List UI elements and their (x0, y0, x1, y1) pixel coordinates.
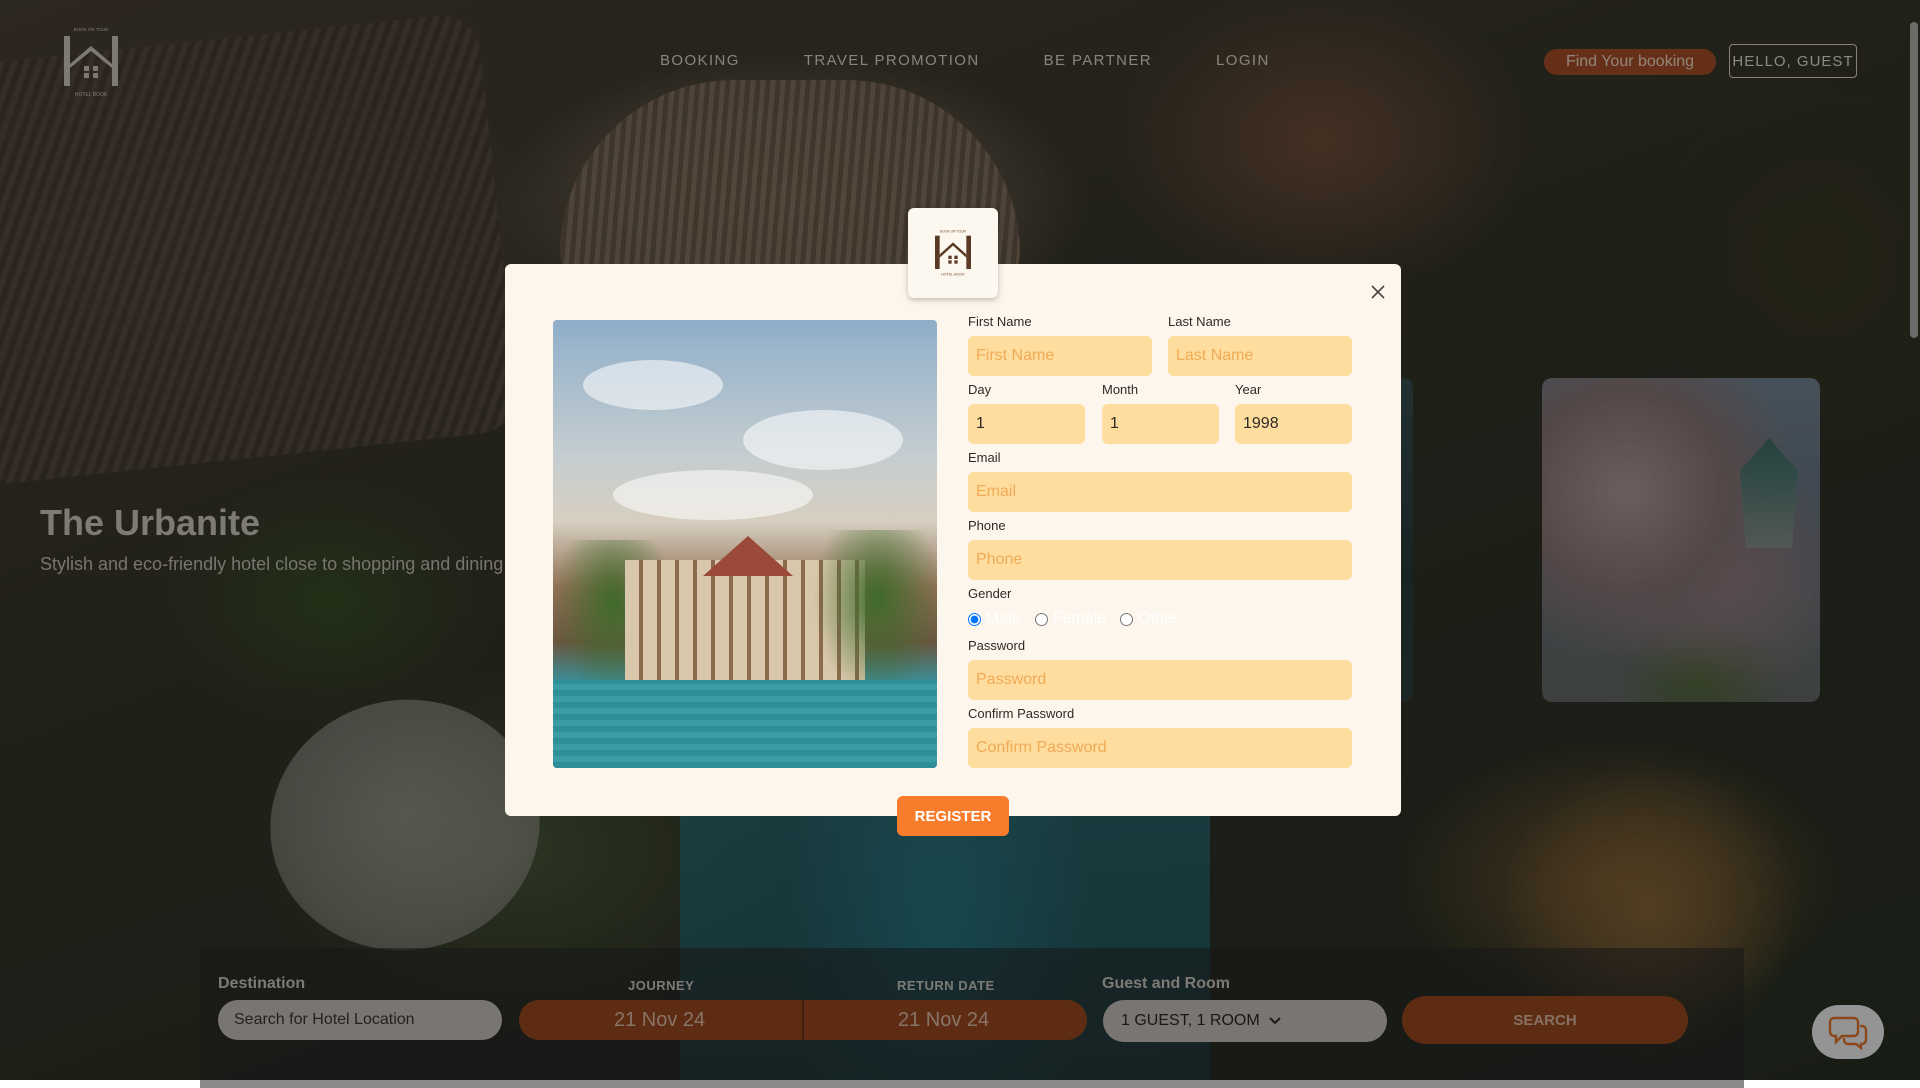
email-field[interactable] (968, 472, 1352, 512)
day-label: Day (968, 382, 992, 397)
month-label: Month (1102, 382, 1139, 397)
day-field[interactable] (968, 404, 1085, 444)
password-label: Password (968, 638, 1026, 653)
register-button[interactable]: REGISTER (897, 796, 1009, 836)
last-name-label: Last Name (1168, 314, 1231, 329)
last-name-field[interactable] (1168, 336, 1352, 376)
month-field[interactable] (1102, 404, 1219, 444)
password-field[interactable] (968, 660, 1352, 700)
confirm-password-field[interactable] (968, 728, 1352, 768)
gender-option-female[interactable]: Female (1034, 610, 1107, 628)
gender-other-label: Other (1138, 610, 1179, 627)
gender-option-other[interactable]: Other (1120, 610, 1178, 628)
first-name-label: First Name (968, 314, 1032, 329)
email-label: Email (968, 450, 1001, 465)
phone-field[interactable] (968, 540, 1352, 580)
gender-radio-group: Male Female Other (968, 610, 1178, 628)
gender-label: Gender (968, 586, 1012, 601)
modal-logo-text-bottom: HOTEL BOOK (941, 273, 965, 277)
gender-option-male[interactable]: Male (968, 610, 1021, 628)
gender-male-label: Male (986, 610, 1021, 627)
first-name-field[interactable] (968, 336, 1152, 376)
modal-logo: BOOK OR TOUR HOTEL BOOK (908, 208, 998, 298)
hotel-pool-image (553, 320, 937, 768)
gender-radio-other[interactable] (1120, 612, 1134, 626)
gender-radio-male[interactable] (968, 612, 981, 626)
gender-female-label: Female (1052, 610, 1107, 627)
close-icon[interactable] (1368, 282, 1388, 302)
confirm-password-label: Confirm Password (968, 706, 1075, 721)
year-label: Year (1235, 382, 1262, 397)
phone-label: Phone (968, 518, 1006, 533)
gender-radio-female[interactable] (1034, 612, 1048, 626)
modal-logo-text-top: BOOK OR TOUR (940, 229, 966, 233)
year-field[interactable] (1235, 404, 1352, 444)
